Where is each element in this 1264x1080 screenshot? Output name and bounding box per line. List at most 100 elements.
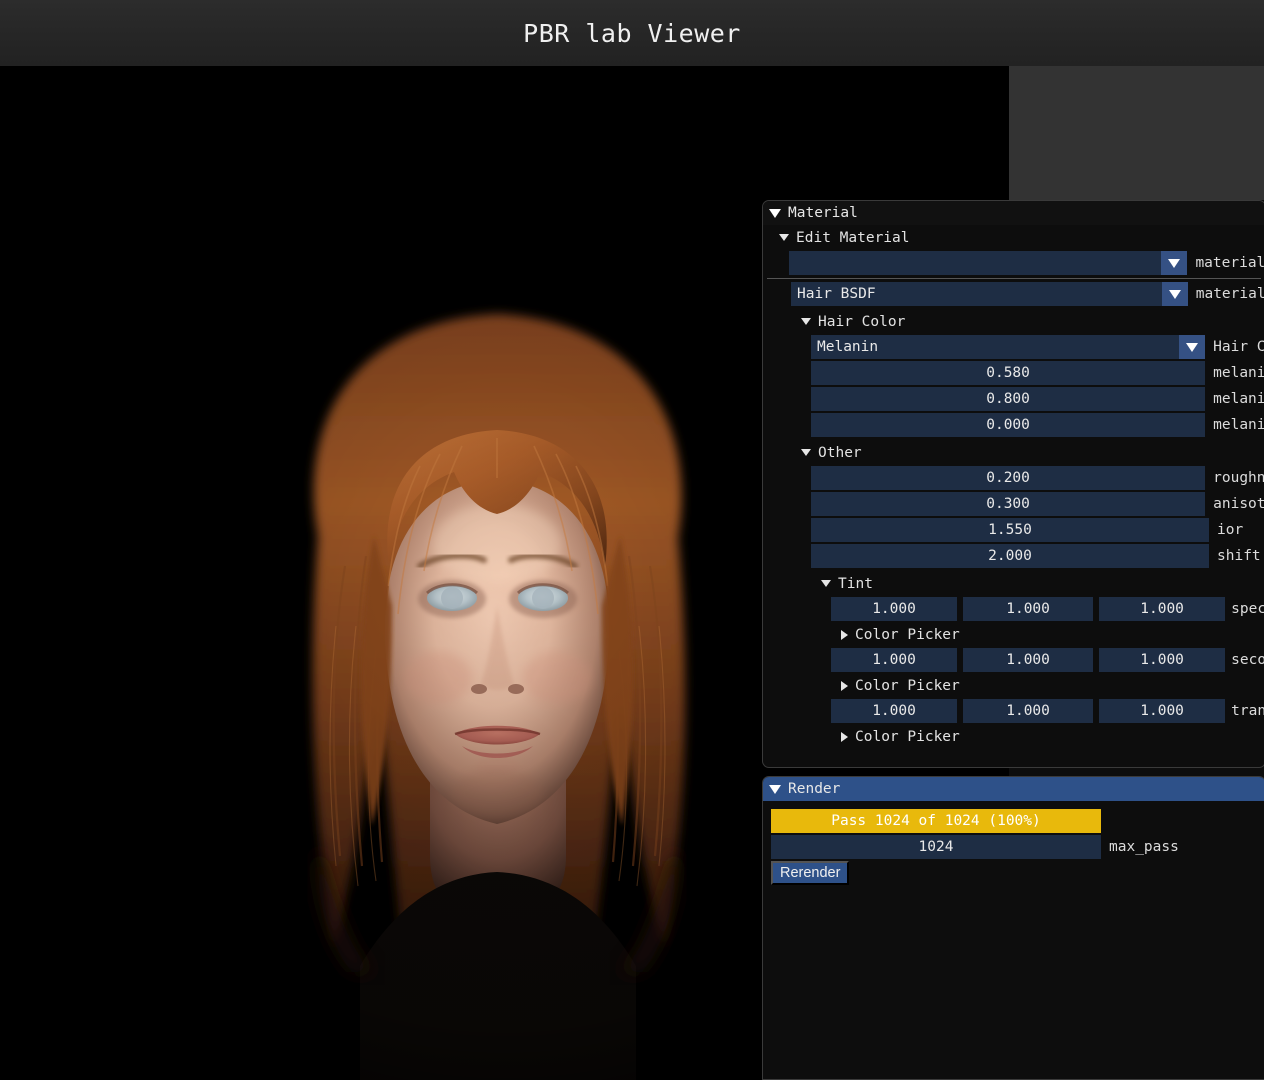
transmission-tint-b-value: 1.000 — [1140, 703, 1184, 719]
transmission-tint-r-value: 1.000 — [872, 703, 916, 719]
specular-tint-row: 1.000 1.000 1.000 spec — [763, 596, 1264, 622]
chevron-down-icon[interactable] — [1179, 335, 1206, 359]
bsdf-select[interactable]: Hair BSDF — [791, 282, 1188, 306]
specular-tint-r-value: 1.000 — [872, 601, 916, 617]
melanin-randomize-label: melani — [1213, 417, 1264, 433]
melanin-row: 0.580 melani — [763, 360, 1264, 386]
secondary-tint-r[interactable]: 1.000 — [831, 648, 958, 672]
render-progress-row: Pass 1024 of 1024 (100%) — [771, 808, 1264, 834]
shift-label: shift — [1217, 548, 1261, 564]
triangle-down-icon[interactable] — [769, 784, 781, 794]
secondary-tint-g[interactable]: 1.000 — [963, 648, 1094, 672]
bsdf-select-label: material — [1195, 286, 1264, 302]
roughness-value: 0.200 — [986, 470, 1030, 486]
anisotropy-row: 0.300 anisot — [763, 491, 1264, 517]
chevron-down-icon[interactable] — [1161, 282, 1188, 306]
tint-label: Tint — [838, 575, 873, 592]
secondary-tint-label: seco — [1231, 652, 1264, 668]
triangle-right-icon[interactable] — [841, 629, 848, 640]
material-panel-body: Edit Material material Hair BSDF materia… — [763, 225, 1264, 749]
specular-tint-g-value: 1.000 — [1006, 601, 1050, 617]
melanin-redness-value: 0.800 — [986, 391, 1030, 407]
roughness-field[interactable]: 0.200 — [811, 466, 1206, 490]
triangle-down-icon[interactable] — [821, 580, 831, 587]
triangle-right-icon[interactable] — [841, 680, 848, 691]
edit-material-section-toggle[interactable]: Edit Material — [763, 225, 1264, 250]
edit-material-label: Edit Material — [796, 229, 910, 246]
transmission-tint-g[interactable]: 1.000 — [963, 699, 1094, 723]
melanin-redness-field[interactable]: 0.800 — [811, 387, 1206, 411]
melanin-randomize-row: 0.000 melani — [763, 412, 1264, 438]
other-section-toggle[interactable]: Other — [763, 440, 1264, 465]
hair-color-mode-label: Hair C — [1213, 339, 1264, 355]
hair-color-section-toggle[interactable]: Hair Color — [763, 309, 1264, 334]
ior-field[interactable]: 1.550 — [811, 518, 1209, 542]
ior-row: 1.550 ior — [763, 517, 1264, 543]
specular-tint-label: spec — [1231, 601, 1264, 617]
material-select-label: material — [1195, 255, 1264, 271]
render-progress-bar: Pass 1024 of 1024 (100%) — [771, 809, 1101, 833]
bsdf-select-value: Hair BSDF — [797, 286, 876, 302]
max-pass-value: 1024 — [918, 839, 954, 855]
render-panel-title: Render — [788, 781, 841, 797]
max-pass-field[interactable]: 1024 — [771, 835, 1101, 859]
max-pass-label: max_pass — [1109, 839, 1179, 855]
render-progress-text: Pass 1024 of 1024 (100%) — [831, 813, 1041, 829]
color-picker-label: Color Picker — [855, 677, 960, 694]
color-picker-label: Color Picker — [855, 626, 960, 643]
render-panel-body: Pass 1024 of 1024 (100%) 1024 max_pass R… — [763, 801, 1264, 886]
transmission-tint-r[interactable]: 1.000 — [831, 699, 958, 723]
melanin-redness-label: melani — [1213, 391, 1264, 407]
rerender-row: Rerender — [771, 860, 1264, 886]
render-panel: Render Pass 1024 of 1024 (100%) 1024 max… — [762, 776, 1264, 1080]
specular-tint-r[interactable]: 1.000 — [831, 597, 958, 621]
secondary-tint-row: 1.000 1.000 1.000 seco — [763, 647, 1264, 673]
material-panel-header[interactable]: Material — [763, 201, 1264, 225]
melanin-field[interactable]: 0.580 — [811, 361, 1206, 385]
empty-gray-pane — [1009, 66, 1264, 200]
render-panel-header[interactable]: Render — [763, 777, 1264, 801]
melanin-value: 0.580 — [986, 365, 1030, 381]
specular-tint-color-picker-toggle[interactable]: Color Picker — [763, 622, 1264, 647]
melanin-randomize-value: 0.000 — [986, 417, 1030, 433]
specular-tint-b[interactable]: 1.000 — [1099, 597, 1226, 621]
tint-section-toggle[interactable]: Tint — [763, 571, 1264, 596]
color-picker-label: Color Picker — [855, 728, 960, 745]
specular-tint-g[interactable]: 1.000 — [963, 597, 1094, 621]
anisotropy-label: anisot — [1213, 496, 1264, 512]
chevron-down-icon[interactable] — [1161, 251, 1188, 275]
secondary-tint-b[interactable]: 1.000 — [1099, 648, 1226, 672]
material-select[interactable] — [789, 251, 1188, 275]
window-title: PBR lab Viewer — [523, 18, 741, 48]
melanin-redness-row: 0.800 melani — [763, 386, 1264, 412]
roughness-row: 0.200 roughn — [763, 465, 1264, 491]
app-window: PBR lab Viewer Material Edit Material ma… — [0, 0, 1264, 1080]
ior-value: 1.550 — [988, 522, 1032, 538]
triangle-down-icon[interactable] — [779, 234, 789, 241]
roughness-label: roughn — [1213, 470, 1264, 486]
secondary-tint-color-picker-toggle[interactable]: Color Picker — [763, 673, 1264, 698]
triangle-down-icon[interactable] — [769, 208, 781, 218]
shift-field[interactable]: 2.000 — [811, 544, 1209, 568]
hair-color-label: Hair Color — [818, 313, 906, 330]
hair-color-mode-select[interactable]: Melanin — [811, 335, 1206, 359]
specular-tint-b-value: 1.000 — [1140, 601, 1184, 617]
triangle-down-icon[interactable] — [801, 449, 811, 456]
triangle-right-icon[interactable] — [841, 731, 848, 742]
bsdf-select-row: Hair BSDF material — [763, 281, 1264, 307]
anisotropy-field[interactable]: 0.300 — [811, 492, 1206, 516]
transmission-tint-color-picker-toggle[interactable]: Color Picker — [763, 724, 1264, 749]
shift-value: 2.000 — [988, 548, 1032, 564]
secondary-tint-r-value: 1.000 — [872, 652, 916, 668]
triangle-down-icon[interactable] — [801, 318, 811, 325]
other-label: Other — [818, 444, 862, 461]
material-select-row: material — [763, 250, 1264, 276]
secondary-tint-g-value: 1.000 — [1006, 652, 1050, 668]
hair-color-mode-row: Melanin Hair C — [763, 334, 1264, 360]
material-panel: Material Edit Material material Hair BSD… — [762, 200, 1264, 768]
section-separator — [767, 278, 1261, 279]
transmission-tint-b[interactable]: 1.000 — [1099, 699, 1226, 723]
melanin-randomize-field[interactable]: 0.000 — [811, 413, 1206, 437]
rerender-button[interactable]: Rerender — [771, 861, 850, 885]
max-pass-row: 1024 max_pass — [771, 834, 1264, 860]
